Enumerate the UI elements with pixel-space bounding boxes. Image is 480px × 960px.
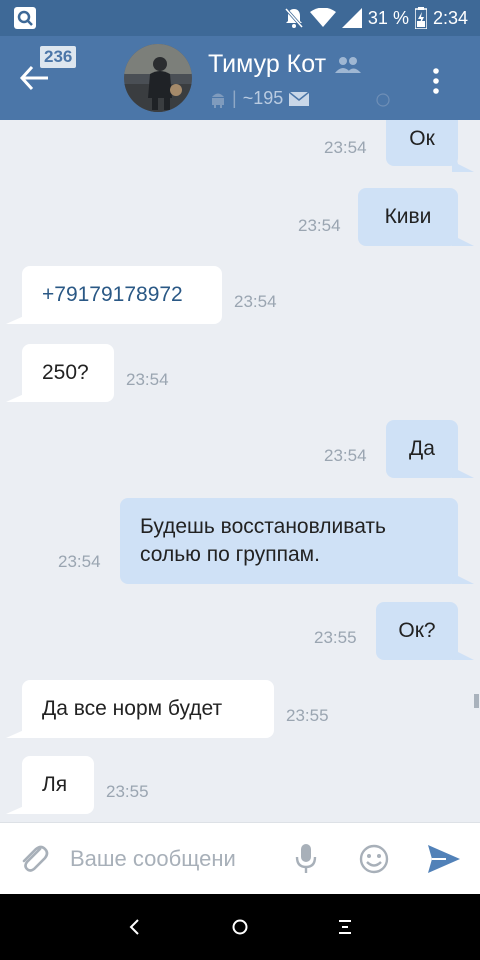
message-bubble[interactable]: Киви — [358, 188, 458, 246]
message-bubble[interactable]: Да все норм будет — [22, 680, 274, 738]
friends-icon — [335, 56, 362, 73]
message-bubble[interactable]: Ок — [386, 120, 458, 166]
wifi-icon — [309, 8, 336, 27]
contact-subtitle: | ~195 — [210, 88, 391, 109]
mail-icon — [289, 91, 310, 106]
message-time: 23:54 — [324, 446, 367, 465]
message-text: Будешь восстановливать солью по группам. — [140, 515, 386, 566]
nav-recents-icon[interactable] — [334, 916, 356, 938]
contact-name-text: Тимур Кот — [208, 50, 327, 78]
message-time: 23:54 — [234, 292, 277, 311]
message-composer — [0, 822, 480, 894]
message-input[interactable] — [70, 839, 280, 879]
message-text: Ок? — [398, 619, 436, 642]
message-bubble[interactable]: Будешь восстановливать солью по группам. — [120, 498, 458, 584]
nav-back-icon[interactable] — [124, 916, 146, 938]
unread-count-badge: 236 — [40, 46, 77, 68]
microphone-icon[interactable] — [294, 843, 318, 875]
message-bubble[interactable]: +79179178972 — [22, 266, 222, 324]
message-text: Ля — [42, 773, 68, 796]
more-options-icon[interactable] — [426, 66, 446, 96]
message-time: 23:54 — [298, 216, 341, 235]
message-bubble[interactable]: Да — [386, 420, 458, 478]
emoji-icon[interactable] — [358, 843, 390, 875]
separator: | — [232, 88, 237, 108]
status-bar: 31 % 2:34 — [0, 0, 480, 36]
message-list[interactable]: Ок 23:54 Киви 23:54 +79179178972 23:54 2… — [0, 120, 480, 822]
message-text: +79179178972 — [42, 283, 183, 306]
contact-name[interactable]: Тимур Кот — [208, 50, 362, 79]
subtitle-count: ~195 — [242, 88, 284, 108]
message-text: Да все норм будет — [42, 697, 223, 720]
message-text: Ок — [409, 127, 435, 150]
message-time: 23:54 — [58, 552, 101, 571]
avatar[interactable] — [124, 44, 192, 112]
send-icon[interactable] — [426, 843, 462, 875]
online-indicator-icon — [376, 92, 390, 107]
search-notification-icon — [14, 7, 36, 29]
message-time: 23:55 — [106, 782, 149, 801]
battery-percent: 31 % — [367, 7, 409, 28]
chat-header: 236 Тимур Кот | ~195 — [0, 36, 480, 120]
system-nav-bar — [0, 894, 480, 960]
message-text: Киви — [384, 205, 432, 228]
clock: 2:34 — [432, 7, 468, 28]
nav-home-icon[interactable] — [229, 916, 251, 938]
message-time: 23:55 — [314, 628, 357, 647]
message-bubble[interactable]: Ок? — [376, 602, 458, 660]
message-time: 23:54 — [126, 370, 169, 389]
message-time: 23:54 — [324, 138, 367, 157]
message-text: 250? — [42, 361, 89, 384]
battery-icon — [414, 7, 427, 29]
message-text: Да — [409, 437, 435, 460]
signal-icon — [341, 8, 362, 28]
android-icon — [212, 93, 224, 108]
scrollbar[interactable] — [474, 694, 479, 708]
message-bubble[interactable]: 250? — [22, 344, 114, 402]
message-time: 23:55 — [286, 706, 329, 725]
attach-icon[interactable] — [18, 841, 50, 877]
mute-icon — [284, 8, 304, 28]
message-bubble[interactable]: Ля — [22, 756, 94, 814]
